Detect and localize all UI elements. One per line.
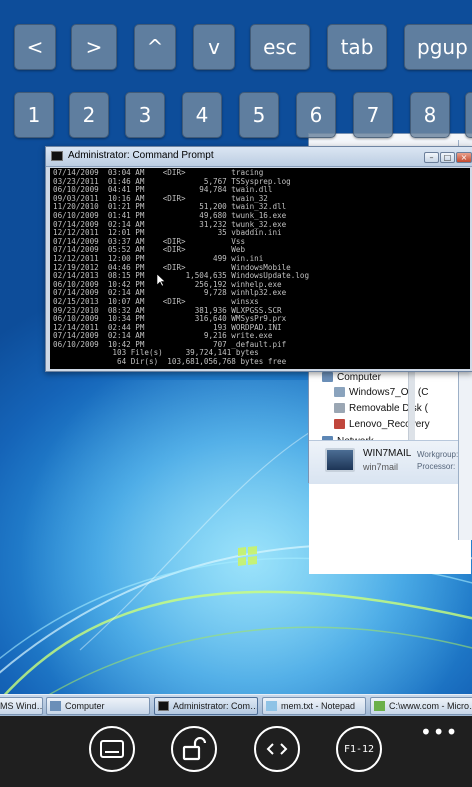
code-icon <box>266 743 288 755</box>
keyboard-button[interactable] <box>89 726 135 772</box>
unlock-icon <box>182 737 206 761</box>
desktop: Computer Windows7_OS (C Removable Disk (… <box>0 0 472 700</box>
nav-item-label: Removable Disk ( <box>349 402 428 414</box>
console-text: 07/14/2009 03:04 AM <DIR> tracing 03/23/… <box>53 168 310 367</box>
taskbar-item-computer[interactable]: Computer <box>46 697 150 715</box>
browser-icon <box>374 701 385 711</box>
workgroup-label: Workgroup: <box>417 450 459 459</box>
key-4[interactable]: 4 <box>182 92 222 138</box>
computer-icon <box>50 701 61 711</box>
taskbar-item-label: mem.txt - Notepad <box>281 701 356 711</box>
more-options-button[interactable]: ••• <box>420 720 458 744</box>
arrow-key-row: < > ^ v esc tab pgup <box>0 24 472 72</box>
key-left[interactable]: < <box>14 24 56 70</box>
taskbar-item-label: Administrator: Com… <box>173 701 258 711</box>
key-esc[interactable]: esc <box>250 24 310 70</box>
processor-label: Processor: <box>417 462 456 471</box>
minimize-button[interactable]: – <box>424 152 439 163</box>
key-right[interactable]: > <box>71 24 117 70</box>
function-keys-button[interactable]: F1-12 <box>336 726 382 772</box>
key-tab[interactable]: tab <box>327 24 387 70</box>
details-pane: WIN7MAIL Workgroup: Wi win7mail Processo… <box>309 440 470 484</box>
code-button[interactable] <box>254 726 300 772</box>
taskbar-item-label: MS Wind… <box>0 701 43 711</box>
close-button[interactable]: × <box>456 152 472 163</box>
taskbar-item-command-prompt[interactable]: Administrator: Com… <box>154 697 258 715</box>
nav-item-label: Windows7_OS (C <box>349 386 429 398</box>
computer-monitor-icon <box>325 448 355 472</box>
taskbar-item-label: Computer <box>65 701 105 711</box>
key-5[interactable]: 5 <box>239 92 279 138</box>
key-up[interactable]: ^ <box>134 24 176 70</box>
key-pgup[interactable]: pgup <box>404 24 472 70</box>
computer-icon <box>322 372 333 382</box>
console-icon <box>158 701 169 711</box>
detail-subtitle: win7mail <box>363 462 399 472</box>
command-prompt-window[interactable]: Administrator: Command Prompt – □ × 07/1… <box>45 146 472 372</box>
removable-disk-icon <box>334 403 345 413</box>
key-3[interactable]: 3 <box>125 92 165 138</box>
key-8[interactable]: 8 <box>410 92 450 138</box>
key-down[interactable]: v <box>193 24 235 70</box>
nav-item-label: Lenovo_Recovery <box>349 418 430 430</box>
window-titlebar[interactable]: Administrator: Command Prompt – □ × <box>46 147 472 167</box>
notepad-icon <box>266 701 277 711</box>
function-keys-label: F1-12 <box>343 743 375 755</box>
mouse-pointer-icon <box>156 272 166 291</box>
detail-computer-name: WIN7MAIL <box>363 448 412 459</box>
nav-item-lenovo-recovery[interactable]: Lenovo_Recovery <box>334 416 430 432</box>
taskbar-item-browser[interactable]: C:\www.com - Micro… <box>370 697 472 715</box>
key-partial[interactable] <box>465 92 472 138</box>
key-1[interactable]: 1 <box>14 92 54 138</box>
unlock-button[interactable] <box>171 726 217 772</box>
drive-icon <box>334 419 345 429</box>
console-icon <box>51 151 63 161</box>
nav-scrollbar[interactable] <box>408 372 415 444</box>
key-2[interactable]: 2 <box>69 92 109 138</box>
console-output[interactable]: 07/14/2009 03:04 AM <DIR> tracing 03/23/… <box>50 168 470 369</box>
taskbar-item-label: C:\www.com - Micro… <box>389 701 472 711</box>
taskbar-item-notepad[interactable]: mem.txt - Notepad <box>262 697 366 715</box>
number-key-row: 1 2 3 4 5 6 7 8 <box>0 92 472 140</box>
key-7[interactable]: 7 <box>353 92 393 138</box>
window-title: Administrator: Command Prompt <box>68 150 214 161</box>
taskbar: MS Wind… Computer Administrator: Com… me… <box>0 694 472 716</box>
maximize-button[interactable]: □ <box>440 152 455 163</box>
taskbar-item-ms-windows[interactable]: MS Wind… <box>0 697 43 715</box>
app-bar: F1-12 ••• <box>0 716 472 787</box>
drive-icon <box>334 387 345 397</box>
keyboard-icon <box>100 740 124 758</box>
nav-item-label: Computer <box>337 371 381 383</box>
key-6[interactable]: 6 <box>296 92 336 138</box>
